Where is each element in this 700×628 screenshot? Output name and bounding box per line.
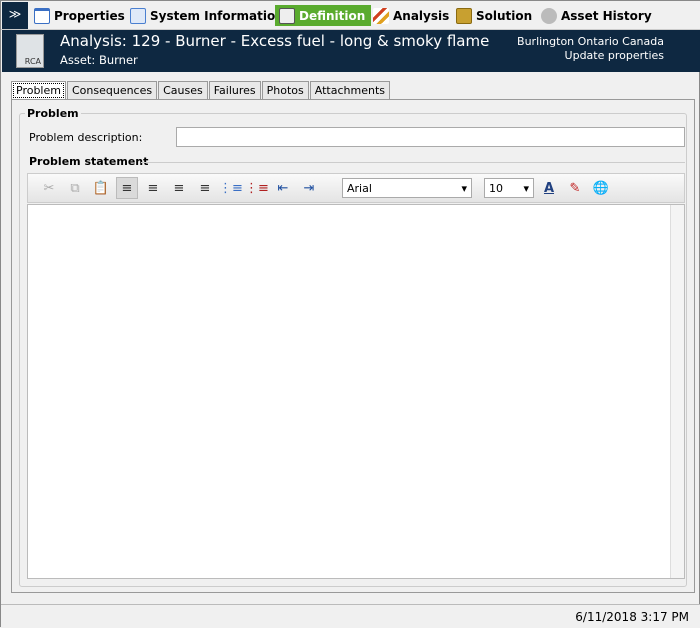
nav-definition[interactable]: Definition bbox=[275, 5, 371, 26]
nav-label: Definition bbox=[299, 8, 366, 23]
bullet-list-icon[interactable]: ⋮≡ bbox=[219, 177, 243, 199]
highlight-icon[interactable]: ✎ bbox=[564, 177, 586, 199]
tab-photos[interactable]: Photos bbox=[261, 81, 309, 99]
font-size-value: 10 bbox=[489, 181, 503, 195]
problem-statement-label: Problem statement bbox=[27, 155, 151, 168]
update-properties-link[interactable]: Update properties bbox=[565, 49, 664, 62]
tab-failures[interactable]: Failures bbox=[208, 81, 261, 99]
tab-strip: Problem Consequences Causes Failures Pho… bbox=[11, 81, 391, 100]
hyperlink-icon[interactable]: 🌐 bbox=[590, 177, 612, 199]
tab-problem[interactable]: Problem bbox=[11, 81, 66, 100]
asset-label: Asset: Burner bbox=[60, 53, 138, 67]
font-family-value: Arial bbox=[347, 181, 372, 195]
tab-consequences[interactable]: Consequences bbox=[66, 81, 158, 99]
rca-icon-text: RCA bbox=[24, 57, 41, 66]
analysis-header: RCA Analysis: 129 - Burner - Excess fuel… bbox=[2, 30, 700, 72]
chevron-down-icon: ▾ bbox=[461, 181, 467, 195]
location-text: Burlington Ontario Canada bbox=[517, 35, 664, 48]
nav-solution[interactable]: Solution bbox=[452, 5, 536, 26]
status-bar: 6/11/2018 3:17 PM bbox=[1, 604, 700, 628]
font-family-select[interactable]: Arial ▾ bbox=[342, 178, 472, 198]
status-datetime: 6/11/2018 3:17 PM bbox=[575, 610, 689, 624]
cut-icon[interactable]: ✂ bbox=[38, 177, 60, 199]
nav-label: System Information bbox=[150, 8, 284, 23]
rca-icon bbox=[279, 7, 295, 24]
nav-analysis[interactable]: Analysis bbox=[369, 5, 453, 26]
rca-document-icon: RCA bbox=[16, 34, 44, 68]
nav-label: Properties bbox=[54, 8, 125, 23]
nav-label: Analysis bbox=[393, 8, 450, 23]
gear-icon bbox=[541, 7, 557, 24]
font-size-select[interactable]: 10 ▾ bbox=[484, 178, 534, 198]
font-color-icon[interactable]: A bbox=[538, 177, 560, 199]
vertical-scrollbar[interactable] bbox=[670, 205, 684, 578]
align-left-icon[interactable]: ≡ bbox=[116, 177, 138, 199]
outdent-icon[interactable]: ⇤ bbox=[272, 177, 294, 199]
analysis-title: Analysis: 129 - Burner - Excess fuel - l… bbox=[60, 32, 490, 50]
solution-icon bbox=[456, 7, 472, 24]
problem-statement-editor[interactable] bbox=[27, 204, 685, 579]
paste-icon[interactable]: 📋 bbox=[90, 177, 112, 199]
problem-description-label: Problem description: bbox=[29, 131, 143, 144]
problem-group-label: Problem bbox=[25, 107, 81, 120]
document-icon bbox=[130, 7, 146, 24]
align-center-icon[interactable]: ≡ bbox=[142, 177, 164, 199]
tab-causes[interactable]: Causes bbox=[158, 81, 208, 99]
chevron-down-icon: ▾ bbox=[523, 181, 529, 195]
nav-properties[interactable]: Properties bbox=[30, 5, 129, 26]
properties-icon bbox=[34, 7, 50, 24]
editor-toolbar: ✂ ⧉ 📋 ≡ ≡ ≡ ≡ ⋮≡ ⋮≡ ⇤ ⇥ Arial ▾ 10 ▾ A ✎ 🌐 bbox=[27, 173, 685, 203]
problem-description-input[interactable] bbox=[176, 127, 685, 147]
divider bbox=[141, 162, 685, 163]
indent-icon[interactable]: ⇥ bbox=[298, 177, 320, 199]
collapse-button[interactable]: ≫ bbox=[2, 2, 28, 29]
align-right-icon[interactable]: ≡ bbox=[168, 177, 190, 199]
numbered-list-icon[interactable]: ⋮≡ bbox=[245, 177, 269, 199]
copy-icon[interactable]: ⧉ bbox=[64, 177, 86, 199]
justify-icon[interactable]: ≡ bbox=[194, 177, 216, 199]
tab-attachments[interactable]: Attachments bbox=[309, 81, 390, 99]
nav-asset-history[interactable]: Asset History bbox=[537, 5, 656, 26]
navigation-bar: ≫ Properties System Information Definiti… bbox=[1, 1, 700, 30]
analysis-icon bbox=[373, 7, 389, 24]
nav-system-information[interactable]: System Information bbox=[126, 5, 288, 26]
nav-label: Asset History bbox=[561, 8, 652, 23]
nav-label: Solution bbox=[476, 8, 533, 23]
